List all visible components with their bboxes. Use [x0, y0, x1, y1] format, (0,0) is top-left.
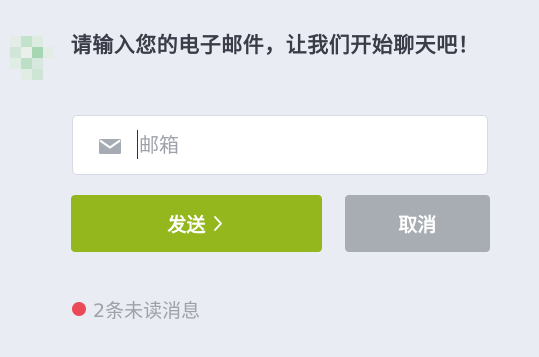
cancel-button-label: 取消: [398, 214, 437, 236]
unread-dot: [72, 302, 86, 316]
text-caret: [137, 130, 138, 159]
unread-messages-label: 2条未读消息: [93, 299, 201, 322]
mail-icon: [99, 139, 121, 154]
chevron-right-icon: [213, 216, 222, 231]
email-field-container[interactable]: [72, 115, 488, 175]
send-button[interactable]: 发送: [71, 195, 322, 252]
chat-prompt: 请输入您的电子邮件，让我们开始聊天吧！: [71, 33, 480, 57]
avatar: [10, 36, 54, 80]
unread-messages-link[interactable]: 2条未读消息: [72, 296, 200, 322]
email-input[interactable]: [137, 126, 469, 164]
cancel-button[interactable]: 取消: [345, 195, 490, 252]
send-button-label: 发送: [167, 214, 206, 236]
